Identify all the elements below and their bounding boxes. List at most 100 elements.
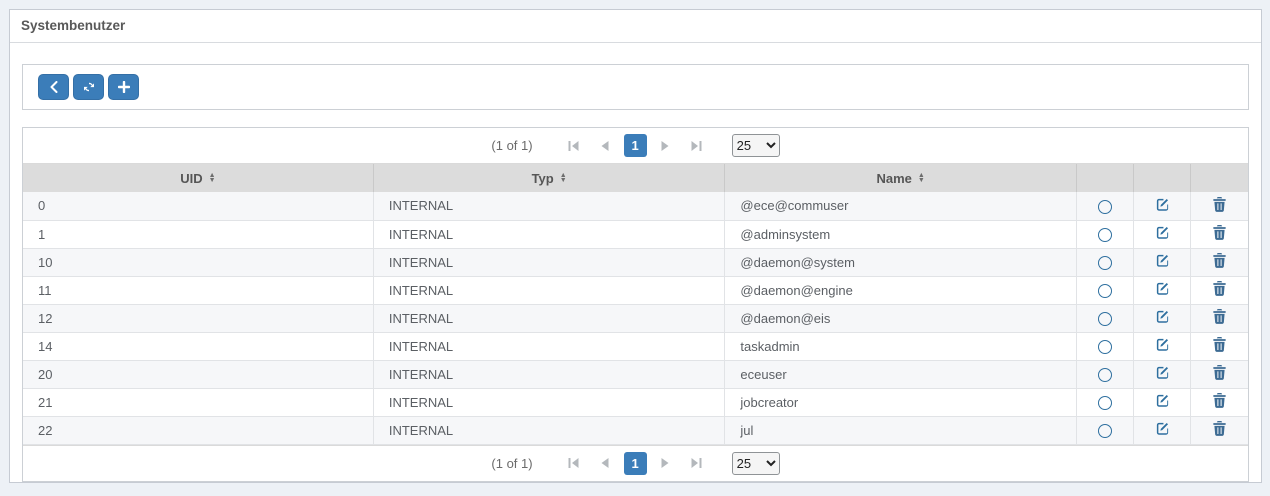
delete-icon[interactable]	[1213, 281, 1226, 296]
table-row: 21 INTERNAL jobcreator	[23, 388, 1248, 416]
column-header-name[interactable]: Name▲▼	[725, 164, 1077, 192]
cell-uid: 10	[23, 248, 373, 276]
paginator-label: (1 of 1)	[491, 138, 532, 153]
column-header-uid[interactable]: UID▲▼	[23, 164, 373, 192]
delete-icon[interactable]	[1213, 393, 1226, 408]
panel-body: (1 of 1) 1 25	[10, 43, 1261, 486]
edit-icon[interactable]	[1155, 421, 1170, 436]
delete-icon[interactable]	[1213, 421, 1226, 436]
next-page-icon[interactable]	[654, 134, 678, 158]
paginator-bottom: (1 of 1) 1 25	[23, 445, 1248, 481]
page-number-button[interactable]: 1	[624, 134, 647, 157]
delete-icon[interactable]	[1213, 197, 1226, 212]
select-row-radio[interactable]	[1098, 340, 1112, 354]
toolbar	[22, 64, 1249, 110]
cell-uid: 11	[23, 276, 373, 304]
refresh-icon	[82, 80, 96, 94]
select-row-radio[interactable]	[1098, 312, 1112, 326]
edit-icon[interactable]	[1155, 253, 1170, 268]
prev-page-icon[interactable]	[593, 451, 617, 475]
column-header-delete	[1191, 164, 1248, 192]
table-row: 22 INTERNAL jul	[23, 416, 1248, 444]
system-users-table: UID▲▼ Typ▲▼ Name▲▼ 0 INTERNA	[23, 164, 1248, 445]
delete-icon[interactable]	[1213, 253, 1226, 268]
cell-typ: INTERNAL	[373, 220, 725, 248]
first-page-icon[interactable]	[562, 451, 586, 475]
cell-typ: INTERNAL	[373, 192, 725, 220]
select-row-radio[interactable]	[1098, 228, 1112, 242]
edit-icon[interactable]	[1155, 225, 1170, 240]
cell-name: jobcreator	[725, 388, 1077, 416]
cell-uid: 1	[23, 220, 373, 248]
back-button[interactable]	[38, 74, 69, 100]
cell-name: jul	[725, 416, 1077, 444]
page-title: Systembenutzer	[10, 10, 1261, 43]
last-page-icon[interactable]	[685, 451, 709, 475]
edit-icon[interactable]	[1155, 281, 1170, 296]
cell-uid: 12	[23, 304, 373, 332]
table-body: 0 INTERNAL @ece@commuser	[23, 192, 1248, 444]
paginator-top: (1 of 1) 1 25	[23, 128, 1248, 164]
table-row: 11 INTERNAL @daemon@engine	[23, 276, 1248, 304]
cell-name: @daemon@eis	[725, 304, 1077, 332]
cell-uid: 20	[23, 360, 373, 388]
sort-icon: ▲▼	[918, 173, 925, 183]
last-page-icon[interactable]	[685, 134, 709, 158]
table-header-row: UID▲▼ Typ▲▼ Name▲▼	[23, 164, 1248, 192]
first-page-icon[interactable]	[562, 134, 586, 158]
edit-icon[interactable]	[1155, 337, 1170, 352]
cell-typ: INTERNAL	[373, 416, 725, 444]
edit-icon[interactable]	[1155, 197, 1170, 212]
table-row: 14 INTERNAL taskadmin	[23, 332, 1248, 360]
table-row: 12 INTERNAL @daemon@eis	[23, 304, 1248, 332]
select-row-radio[interactable]	[1098, 256, 1112, 270]
select-row-radio[interactable]	[1098, 396, 1112, 410]
column-header-typ[interactable]: Typ▲▼	[373, 164, 725, 192]
cell-name: @daemon@system	[725, 248, 1077, 276]
sort-icon: ▲▼	[560, 173, 567, 183]
cell-name: eceuser	[725, 360, 1077, 388]
cell-uid: 22	[23, 416, 373, 444]
edit-icon[interactable]	[1155, 309, 1170, 324]
delete-icon[interactable]	[1213, 337, 1226, 352]
select-row-radio[interactable]	[1098, 424, 1112, 438]
systembenutzer-panel: Systembenutzer	[9, 9, 1262, 483]
rows-per-page-select[interactable]: 25	[732, 134, 780, 157]
cell-uid: 21	[23, 388, 373, 416]
paginator-label: (1 of 1)	[491, 456, 532, 471]
cell-typ: INTERNAL	[373, 276, 725, 304]
cell-uid: 0	[23, 192, 373, 220]
cell-name: @ece@commuser	[725, 192, 1077, 220]
cell-name: @adminsystem	[725, 220, 1077, 248]
cell-typ: INTERNAL	[373, 304, 725, 332]
edit-icon[interactable]	[1155, 365, 1170, 380]
select-row-radio[interactable]	[1098, 284, 1112, 298]
column-header-select	[1076, 164, 1133, 192]
cell-typ: INTERNAL	[373, 388, 725, 416]
cell-name: @daemon@engine	[725, 276, 1077, 304]
sort-icon: ▲▼	[209, 173, 216, 183]
delete-icon[interactable]	[1213, 309, 1226, 324]
cell-name: taskadmin	[725, 332, 1077, 360]
delete-icon[interactable]	[1213, 365, 1226, 380]
add-button[interactable]	[108, 74, 139, 100]
select-row-radio[interactable]	[1098, 200, 1112, 214]
select-row-radio[interactable]	[1098, 368, 1112, 382]
cell-typ: INTERNAL	[373, 332, 725, 360]
chevron-left-icon	[49, 81, 58, 93]
page-number-button[interactable]: 1	[624, 452, 647, 475]
edit-icon[interactable]	[1155, 393, 1170, 408]
column-header-edit	[1134, 164, 1191, 192]
refresh-button[interactable]	[73, 74, 104, 100]
prev-page-icon[interactable]	[593, 134, 617, 158]
table-row: 10 INTERNAL @daemon@system	[23, 248, 1248, 276]
table-container: (1 of 1) 1 25	[22, 127, 1249, 482]
delete-icon[interactable]	[1213, 225, 1226, 240]
rows-per-page-select[interactable]: 25	[732, 452, 780, 475]
next-page-icon[interactable]	[654, 451, 678, 475]
table-row: 0 INTERNAL @ece@commuser	[23, 192, 1248, 220]
plus-icon	[118, 81, 130, 93]
cell-typ: INTERNAL	[373, 248, 725, 276]
table-row: 1 INTERNAL @adminsystem	[23, 220, 1248, 248]
cell-uid: 14	[23, 332, 373, 360]
